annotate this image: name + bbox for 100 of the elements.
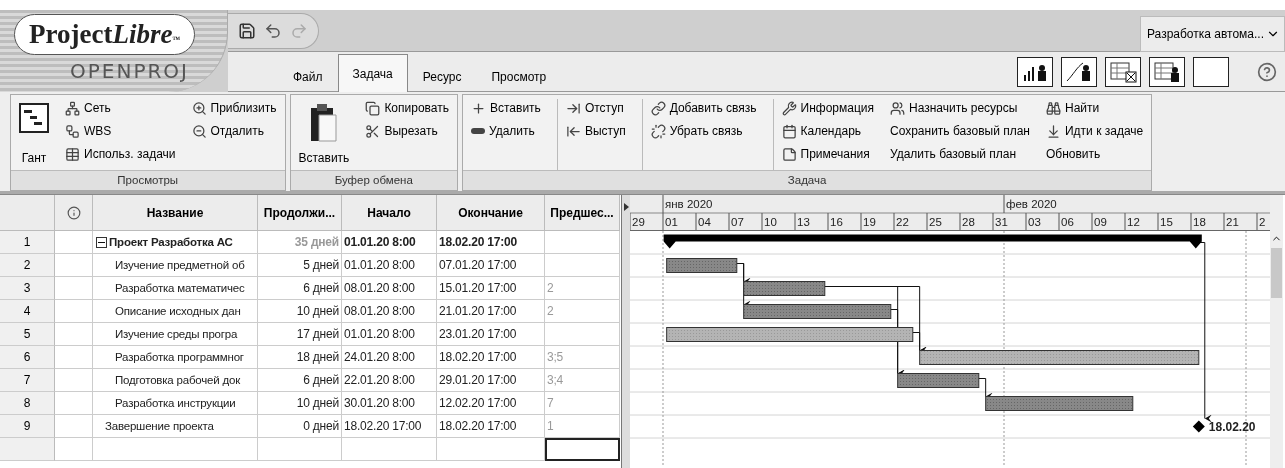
finish-cell: 23.01.20 17:00	[437, 323, 545, 346]
ribbon-button[interactable]: Сеть	[65, 99, 176, 117]
duration-cell: 5 дней	[258, 254, 342, 277]
month-label: янв 2020	[665, 198, 713, 210]
predecessors-cell: 3;5	[545, 346, 620, 369]
predecessors-cell: 3;4	[545, 369, 620, 392]
day-label: 2	[1259, 216, 1266, 228]
finish-cell: 12.02.20 17:00	[437, 392, 545, 415]
ribbon-button[interactable]: Вырезать	[365, 122, 449, 140]
ribbon-button[interactable]: Удалить базовый план	[890, 145, 1030, 163]
duration-cell: 0 дней	[258, 415, 342, 438]
ribbon-button[interactable]: Идти к задаче	[1045, 122, 1144, 140]
predecessors-cell: 2	[545, 277, 620, 300]
ribbon-button[interactable]: Использ. задачи	[65, 145, 176, 163]
month-label: фев 2020	[1006, 198, 1057, 210]
ribbon-button[interactable]: Добавить связь	[650, 99, 757, 117]
row-number: 4	[0, 300, 55, 323]
ribbon-button[interactable]: Убрать связь	[650, 122, 757, 140]
day-label: 29	[632, 216, 645, 228]
ribbon-button[interactable]: Гант	[19, 99, 49, 165]
row-number: 5	[0, 323, 55, 346]
day-label: 06	[1061, 216, 1074, 228]
ribbon-button[interactable]: Отдалить	[191, 122, 277, 140]
start-cell: 22.01.20 8:00	[342, 369, 437, 392]
finish-cell: 18.02.20 17:00	[437, 415, 545, 438]
column-header[interactable]: Начало	[342, 195, 437, 231]
start-cell: 18.02.20 17:00	[342, 415, 437, 438]
ribbon-button[interactable]: Найти	[1045, 99, 1144, 117]
group-title: Задача	[463, 170, 1152, 190]
project-dropdown[interactable]: Разработка автома...	[1140, 16, 1285, 52]
start-cell: 01.01.20 8:00	[342, 323, 437, 346]
ribbon-button[interactable]: Вставить	[471, 99, 541, 117]
ribbon-button[interactable]: Выступ	[565, 122, 626, 140]
ribbon-button[interactable]: Приблизить	[191, 99, 277, 117]
ribbon-tab[interactable]: Просмотр	[476, 60, 562, 92]
ribbon-tab[interactable]: Файл	[278, 60, 338, 92]
predecessors-cell: 2	[545, 300, 620, 323]
task-name-cell: Разработка программног	[93, 346, 258, 369]
day-label: 13	[797, 216, 810, 228]
task-name-cell: Разработка инструкции	[93, 392, 258, 415]
day-label: 07	[731, 216, 744, 228]
finish-cell: 18.02.20 17:00	[437, 346, 545, 369]
task-name-cell: Завершение проекта	[93, 415, 258, 438]
ribbon-button[interactable]: Календарь	[781, 122, 874, 140]
duration-cell: 10 дней	[258, 300, 342, 323]
start-cell: 08.01.20 8:00	[342, 300, 437, 323]
ribbon-button[interactable]: Отступ	[565, 99, 626, 117]
milestone-label: 18.02.20	[1208, 419, 1256, 434]
column-header[interactable]: Продолжи...	[258, 195, 342, 231]
ribbon-button[interactable]: Вставить	[298, 99, 350, 165]
finish-cell: 15.01.20 17:00	[437, 277, 545, 300]
day-label: 25	[929, 216, 942, 228]
start-cell: 01.01.20 8:00	[342, 254, 437, 277]
row-number: 2	[0, 254, 55, 277]
ribbon-button[interactable]: Удалить	[471, 122, 541, 140]
ribbon-tab[interactable]: Задача	[337, 54, 408, 92]
ribbon-button[interactable]: Копировать	[365, 99, 449, 117]
finish-cell: 18.02.20 17:00	[437, 231, 545, 254]
start-cell: 24.01.20 8:00	[342, 346, 437, 369]
trademark: ™	[172, 35, 181, 44]
task-name-cell: Разработка математичес	[93, 277, 258, 300]
duration-cell: 17 дней	[258, 323, 342, 346]
group-title: Буфер обмена	[290, 170, 457, 190]
ribbon-tab[interactable]: Ресурс	[407, 60, 477, 92]
day-label: 15	[1160, 216, 1173, 228]
day-label: 12	[1127, 216, 1140, 228]
day-label: 09	[1094, 216, 1107, 228]
group-title: Просмотры	[11, 170, 285, 190]
task-name-cell: Подготовка рабочей док	[93, 369, 258, 392]
day-label: 10	[764, 216, 777, 228]
ribbon-button[interactable]: Обновить	[1045, 145, 1144, 163]
task-name-cell: Изучение предметной об	[93, 254, 258, 277]
column-header[interactable]: Предшес...	[545, 195, 620, 231]
column-header[interactable]: Окончание	[437, 195, 545, 231]
duration-cell: 18 дней	[258, 346, 342, 369]
start-cell: 01.01.20 8:00	[342, 231, 437, 254]
duration-cell: 6 дней	[258, 277, 342, 300]
ribbon-button[interactable]: WBS	[65, 122, 176, 140]
duration-cell: 35 дней	[258, 231, 342, 254]
day-label: 19	[863, 216, 876, 228]
ribbon-button[interactable]: Назначить ресурсы	[890, 99, 1030, 117]
row-number: 1	[0, 231, 55, 254]
task-name-cell: Проект Разработка АС	[93, 231, 258, 254]
ribbon-button[interactable]: Примечания	[781, 145, 874, 163]
predecessors-cell: 1	[545, 415, 620, 438]
finish-cell: 29.01.20 17:00	[437, 369, 545, 392]
predecessors-cell: 7	[545, 392, 620, 415]
row-number: 6	[0, 346, 55, 369]
day-label: 21	[1226, 216, 1239, 228]
ribbon-button[interactable]: Информация	[781, 99, 874, 117]
day-label: 18	[1193, 216, 1206, 228]
logo-text: ProjectLibre	[29, 19, 173, 50]
finish-cell: 07.01.20 17:00	[437, 254, 545, 277]
column-header[interactable]: Название	[93, 195, 258, 231]
day-label: 03	[1028, 216, 1041, 228]
task-name-cell: Изучение среды програ	[93, 323, 258, 346]
ribbon-button[interactable]: Сохранить базовый план	[890, 122, 1030, 140]
start-cell: 08.01.20 8:00	[342, 277, 437, 300]
duration-cell: 10 дней	[258, 392, 342, 415]
start-cell: 30.01.20 8:00	[342, 392, 437, 415]
